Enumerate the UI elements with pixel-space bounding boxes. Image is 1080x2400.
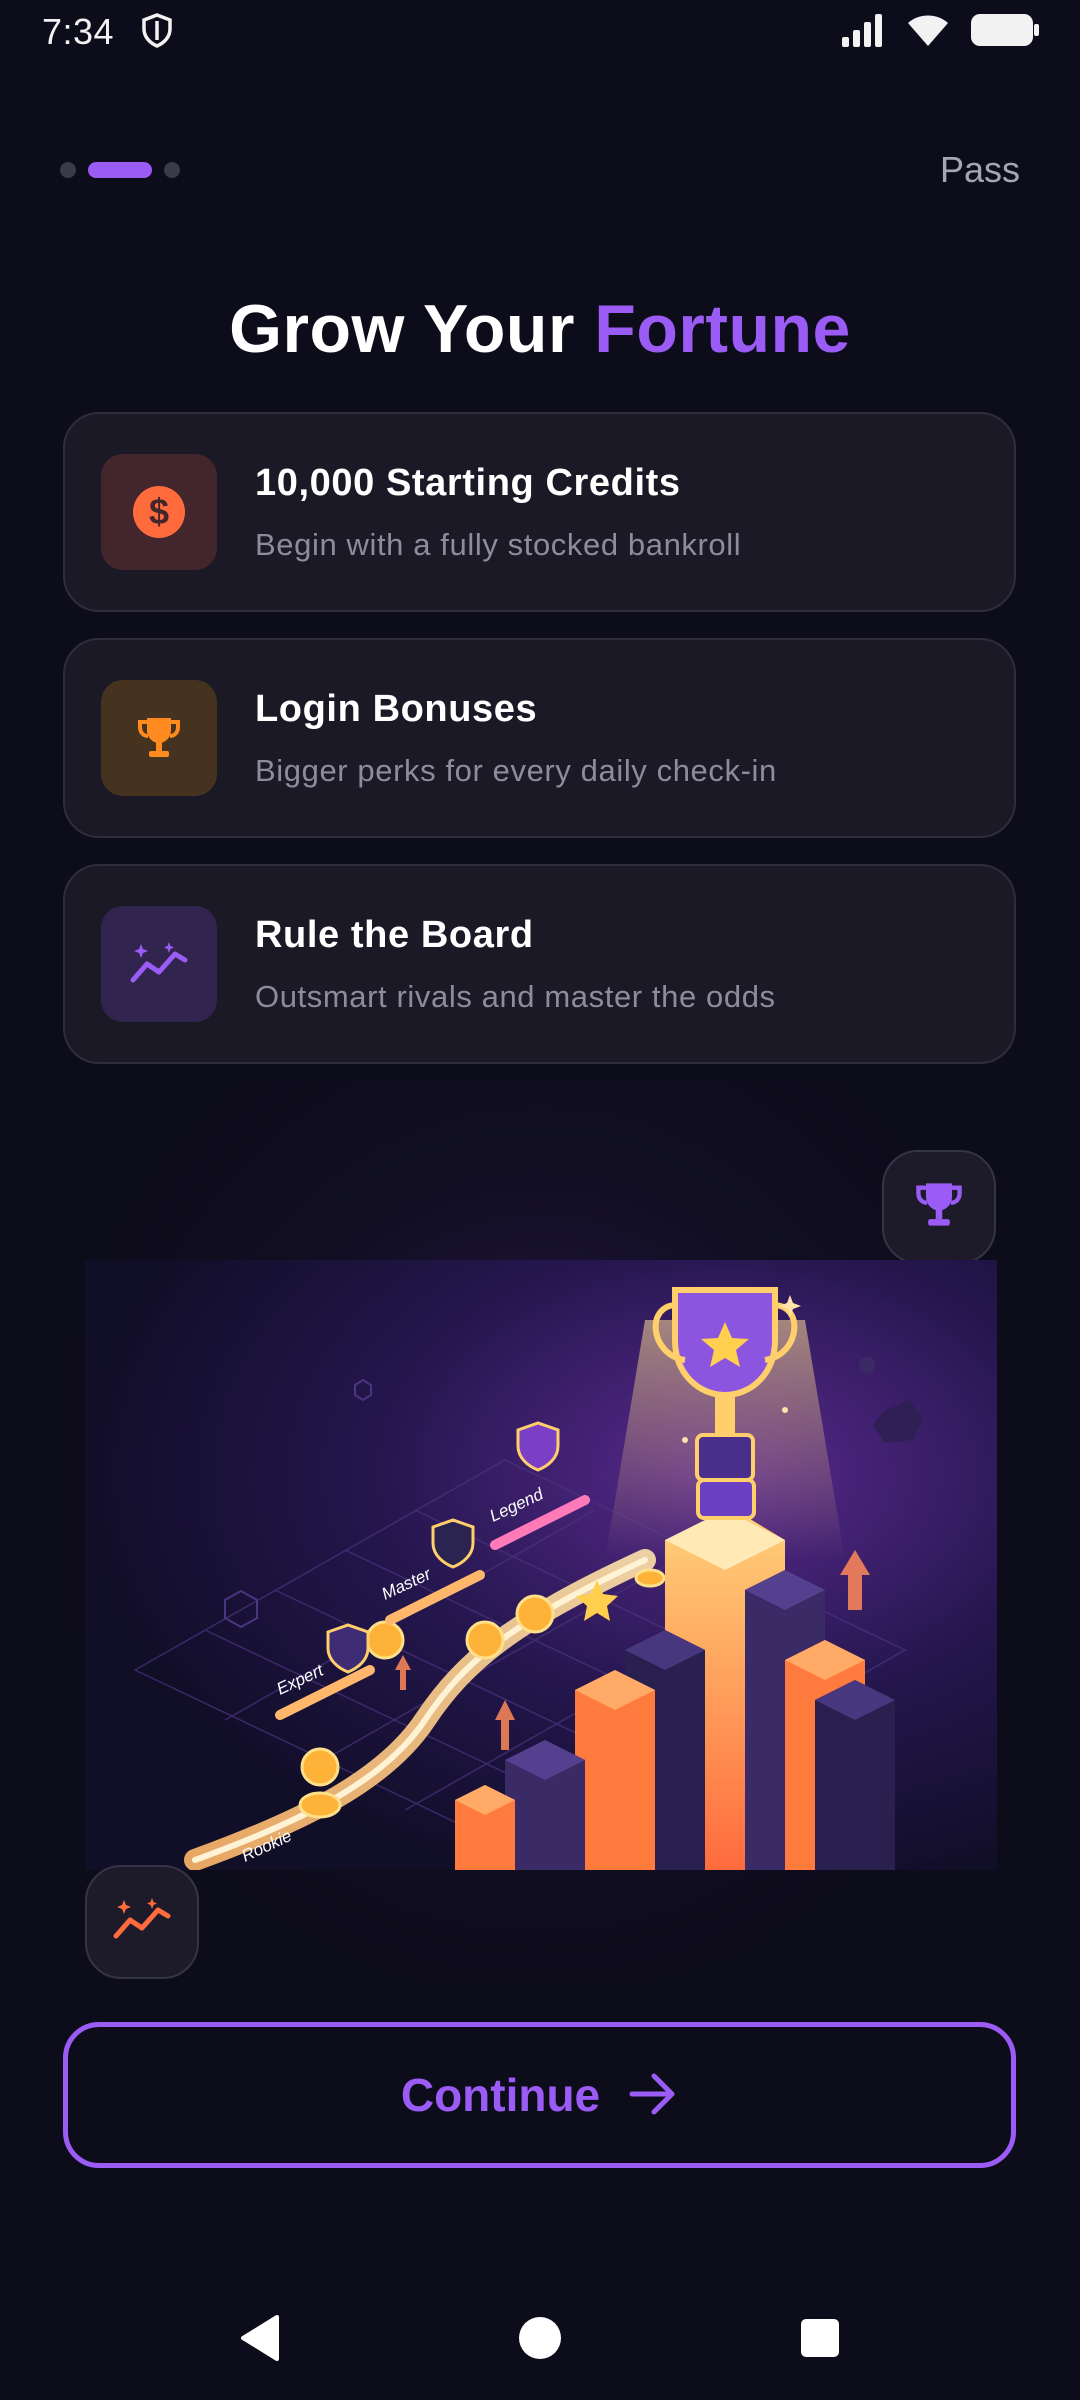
page-dot-3	[164, 162, 180, 178]
arrow-right-icon	[628, 2071, 678, 2120]
trophy-badge	[882, 1150, 996, 1264]
trend-badge	[85, 1865, 199, 1979]
feature-description: Bigger perks for every daily check-in	[255, 752, 777, 788]
title-accent: Fortune	[594, 291, 851, 367]
nav-home-button[interactable]	[500, 2300, 580, 2380]
feature-title: Login Bonuses	[255, 687, 538, 730]
feature-description: Begin with a fully stocked bankroll	[255, 526, 742, 562]
trophy-icon	[913, 1179, 965, 1236]
back-triangle-icon	[237, 2313, 283, 2368]
svg-text:$: $	[149, 491, 169, 532]
shield-icon	[140, 12, 174, 53]
status-right	[840, 13, 1040, 52]
continue-label: Continue	[400, 2069, 601, 2121]
feature-description: Outsmart rivals and master the odds	[255, 978, 776, 1014]
feature-card-board: Rule the Board Outsmart rivals and maste…	[63, 864, 1016, 1064]
feature-text: Rule the Board Outsmart rivals and maste…	[255, 914, 776, 1015]
recents-square-icon	[799, 2317, 841, 2364]
status-time: 7:34	[42, 11, 115, 52]
continue-button[interactable]: Continue	[63, 2022, 1016, 2168]
page-dot-2-active	[88, 162, 152, 178]
feature-text: 10,000 Starting Credits Begin with a ful…	[255, 462, 741, 563]
page-title: Grow Your Fortune	[0, 290, 1080, 368]
feature-card-bonuses: Login Bonuses Bigger perks for every dai…	[63, 638, 1016, 838]
title-part-1: Grow Your	[229, 291, 595, 367]
skip-button[interactable]: Pass	[930, 141, 1030, 199]
trophy-icon	[101, 680, 217, 796]
feature-text: Login Bonuses Bigger perks for every dai…	[255, 688, 777, 789]
feature-card-credits: $ 10,000 Starting Credits Begin with a f…	[63, 412, 1016, 612]
feature-title: Rule the Board	[255, 913, 534, 956]
wifi-icon	[906, 13, 950, 52]
status-left: 7:34	[42, 11, 174, 53]
page-dot-1	[60, 162, 76, 178]
battery-icon	[970, 13, 1040, 52]
nav-recents-button[interactable]	[780, 2300, 860, 2380]
nav-back-button[interactable]	[220, 2300, 300, 2380]
home-circle-icon	[517, 2315, 563, 2366]
trend-sparkle-icon	[101, 906, 217, 1022]
trend-sparkle-icon	[112, 1896, 172, 1949]
signal-icon	[840, 13, 886, 52]
hero-illustration: Rookie Expert Master Legend	[85, 1260, 997, 1870]
page-indicator	[60, 162, 180, 178]
system-nav-bar	[0, 2280, 1080, 2400]
dollar-coin-icon: $	[101, 454, 217, 570]
feature-title: 10,000 Starting Credits	[255, 461, 681, 504]
onboarding-top-row: Pass	[0, 130, 1080, 210]
status-bar: 7:34	[0, 0, 1080, 64]
